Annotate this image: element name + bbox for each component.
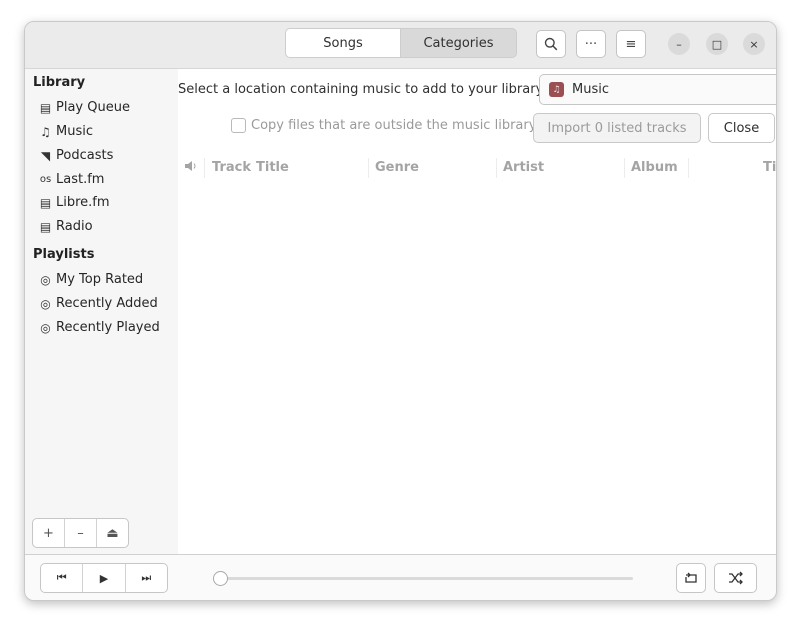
sidebar-item-my-top-rated[interactable]: ◎ My Top Rated [38, 272, 143, 287]
location-chooser[interactable]: ♫ Music [539, 74, 776, 105]
sidebar-item-librefm[interactable]: ▤ Libre.fm [38, 195, 110, 210]
tab-categories[interactable]: Categories [400, 28, 517, 58]
sidebar-item-radio[interactable]: ▤ Radio [38, 219, 93, 234]
tab-songs[interactable]: Songs [285, 28, 401, 58]
speaker-icon [184, 160, 198, 176]
rhythmbox-window: Songs Categories ··· ≡ – □ × Library ▤ P… [24, 21, 777, 601]
sidebar-item-label: Podcasts [56, 148, 114, 163]
shuffle-button[interactable] [714, 563, 757, 593]
sidebar-item-label: My Top Rated [56, 272, 144, 287]
previous-track-button[interactable]: ⏮ [41, 564, 84, 592]
library-section-title: Library [33, 75, 86, 90]
sidebar-item-label: Last.fm [56, 172, 105, 187]
maximize-button[interactable]: □ [706, 33, 728, 55]
search-button[interactable] [536, 30, 566, 58]
sidebar-item-play-queue[interactable]: ▤ Play Queue [38, 100, 130, 115]
radio-icon: ▤ [39, 219, 52, 234]
close-import-button[interactable]: Close [708, 113, 775, 143]
copy-files-label: Copy files that are outside the music li… [251, 118, 537, 133]
sidebar-item-label: Music [56, 124, 93, 139]
more-button[interactable]: ··· [576, 30, 606, 58]
next-track-button[interactable]: ⏭ [126, 564, 167, 592]
sidebar-item-podcasts[interactable]: ◥ Podcasts [38, 148, 113, 163]
lastfm-icon: os [39, 174, 52, 185]
column-time[interactable]: Ti [763, 160, 776, 175]
location-value: Music [572, 82, 609, 97]
smart-playlist-icon: ◎ [40, 296, 51, 311]
column-separator [688, 158, 689, 178]
playback-bar: ⏮ ▶ ⏭ [25, 554, 776, 600]
sidebar: Library ▤ Play Queue ♫ Music ◥ Podcasts … [25, 69, 179, 554]
close-window-button[interactable]: × [743, 33, 765, 55]
play-queue-icon: ▤ [39, 100, 52, 115]
eject-button[interactable]: ⏏ [97, 519, 128, 547]
column-separator [496, 158, 497, 178]
column-separator [204, 158, 205, 178]
column-separator [368, 158, 369, 178]
smart-playlist-icon: ◎ [40, 272, 51, 287]
column-album[interactable]: Album [631, 160, 678, 175]
track-list-header: Track Title Genre Artist Album Ti [178, 155, 776, 181]
seek-slider-handle[interactable] [213, 571, 228, 586]
repeat-icon [685, 572, 697, 583]
server-icon: ▤ [39, 195, 52, 210]
playlists-section-title: Playlists [33, 247, 95, 262]
music-folder-icon: ♫ [549, 82, 564, 97]
sidebar-item-label: Libre.fm [56, 195, 110, 210]
remove-playlist-button[interactable]: – [65, 519, 97, 547]
smart-playlist-icon: ◎ [40, 320, 51, 335]
column-artist[interactable]: Artist [503, 160, 544, 175]
seek-track[interactable] [227, 577, 633, 580]
column-genre[interactable]: Genre [375, 160, 419, 175]
shuffle-icon [728, 571, 743, 585]
sidebar-item-lastfm[interactable]: os Last.fm [38, 172, 105, 187]
location-label: Select a location containing music to ad… [178, 82, 547, 97]
add-playlist-button[interactable]: + [33, 519, 65, 547]
column-title[interactable]: Title [256, 160, 289, 175]
sidebar-item-label: Radio [56, 219, 93, 234]
sidebar-item-music[interactable]: ♫ Music [38, 124, 93, 139]
column-track[interactable]: Track [212, 160, 251, 175]
column-separator [624, 158, 625, 178]
sidebar-button-group: + – ⏏ [32, 518, 129, 548]
sidebar-item-label: Recently Added [56, 296, 158, 311]
header-bar: Songs Categories ··· ≡ – □ × [25, 22, 776, 69]
play-button[interactable]: ▶ [83, 564, 126, 592]
menu-button[interactable]: ≡ [616, 30, 646, 58]
search-icon [544, 37, 558, 51]
sidebar-item-recently-added[interactable]: ◎ Recently Added [38, 296, 158, 311]
sidebar-item-label: Play Queue [56, 100, 130, 115]
repeat-button[interactable] [676, 563, 706, 593]
transport-controls: ⏮ ▶ ⏭ [40, 563, 168, 593]
sidebar-item-label: Recently Played [56, 320, 160, 335]
music-note-icon: ♫ [40, 124, 51, 139]
copy-files-option[interactable]: Copy files that are outside the music li… [231, 118, 536, 133]
copy-files-checkbox[interactable] [231, 118, 246, 133]
main-content: Select a location containing music to ad… [178, 69, 776, 554]
import-tracks-button[interactable]: Import 0 listed tracks [533, 113, 701, 143]
sidebar-item-recently-played[interactable]: ◎ Recently Played [38, 320, 160, 335]
rss-icon: ◥ [40, 148, 51, 163]
minimize-button[interactable]: – [668, 33, 690, 55]
